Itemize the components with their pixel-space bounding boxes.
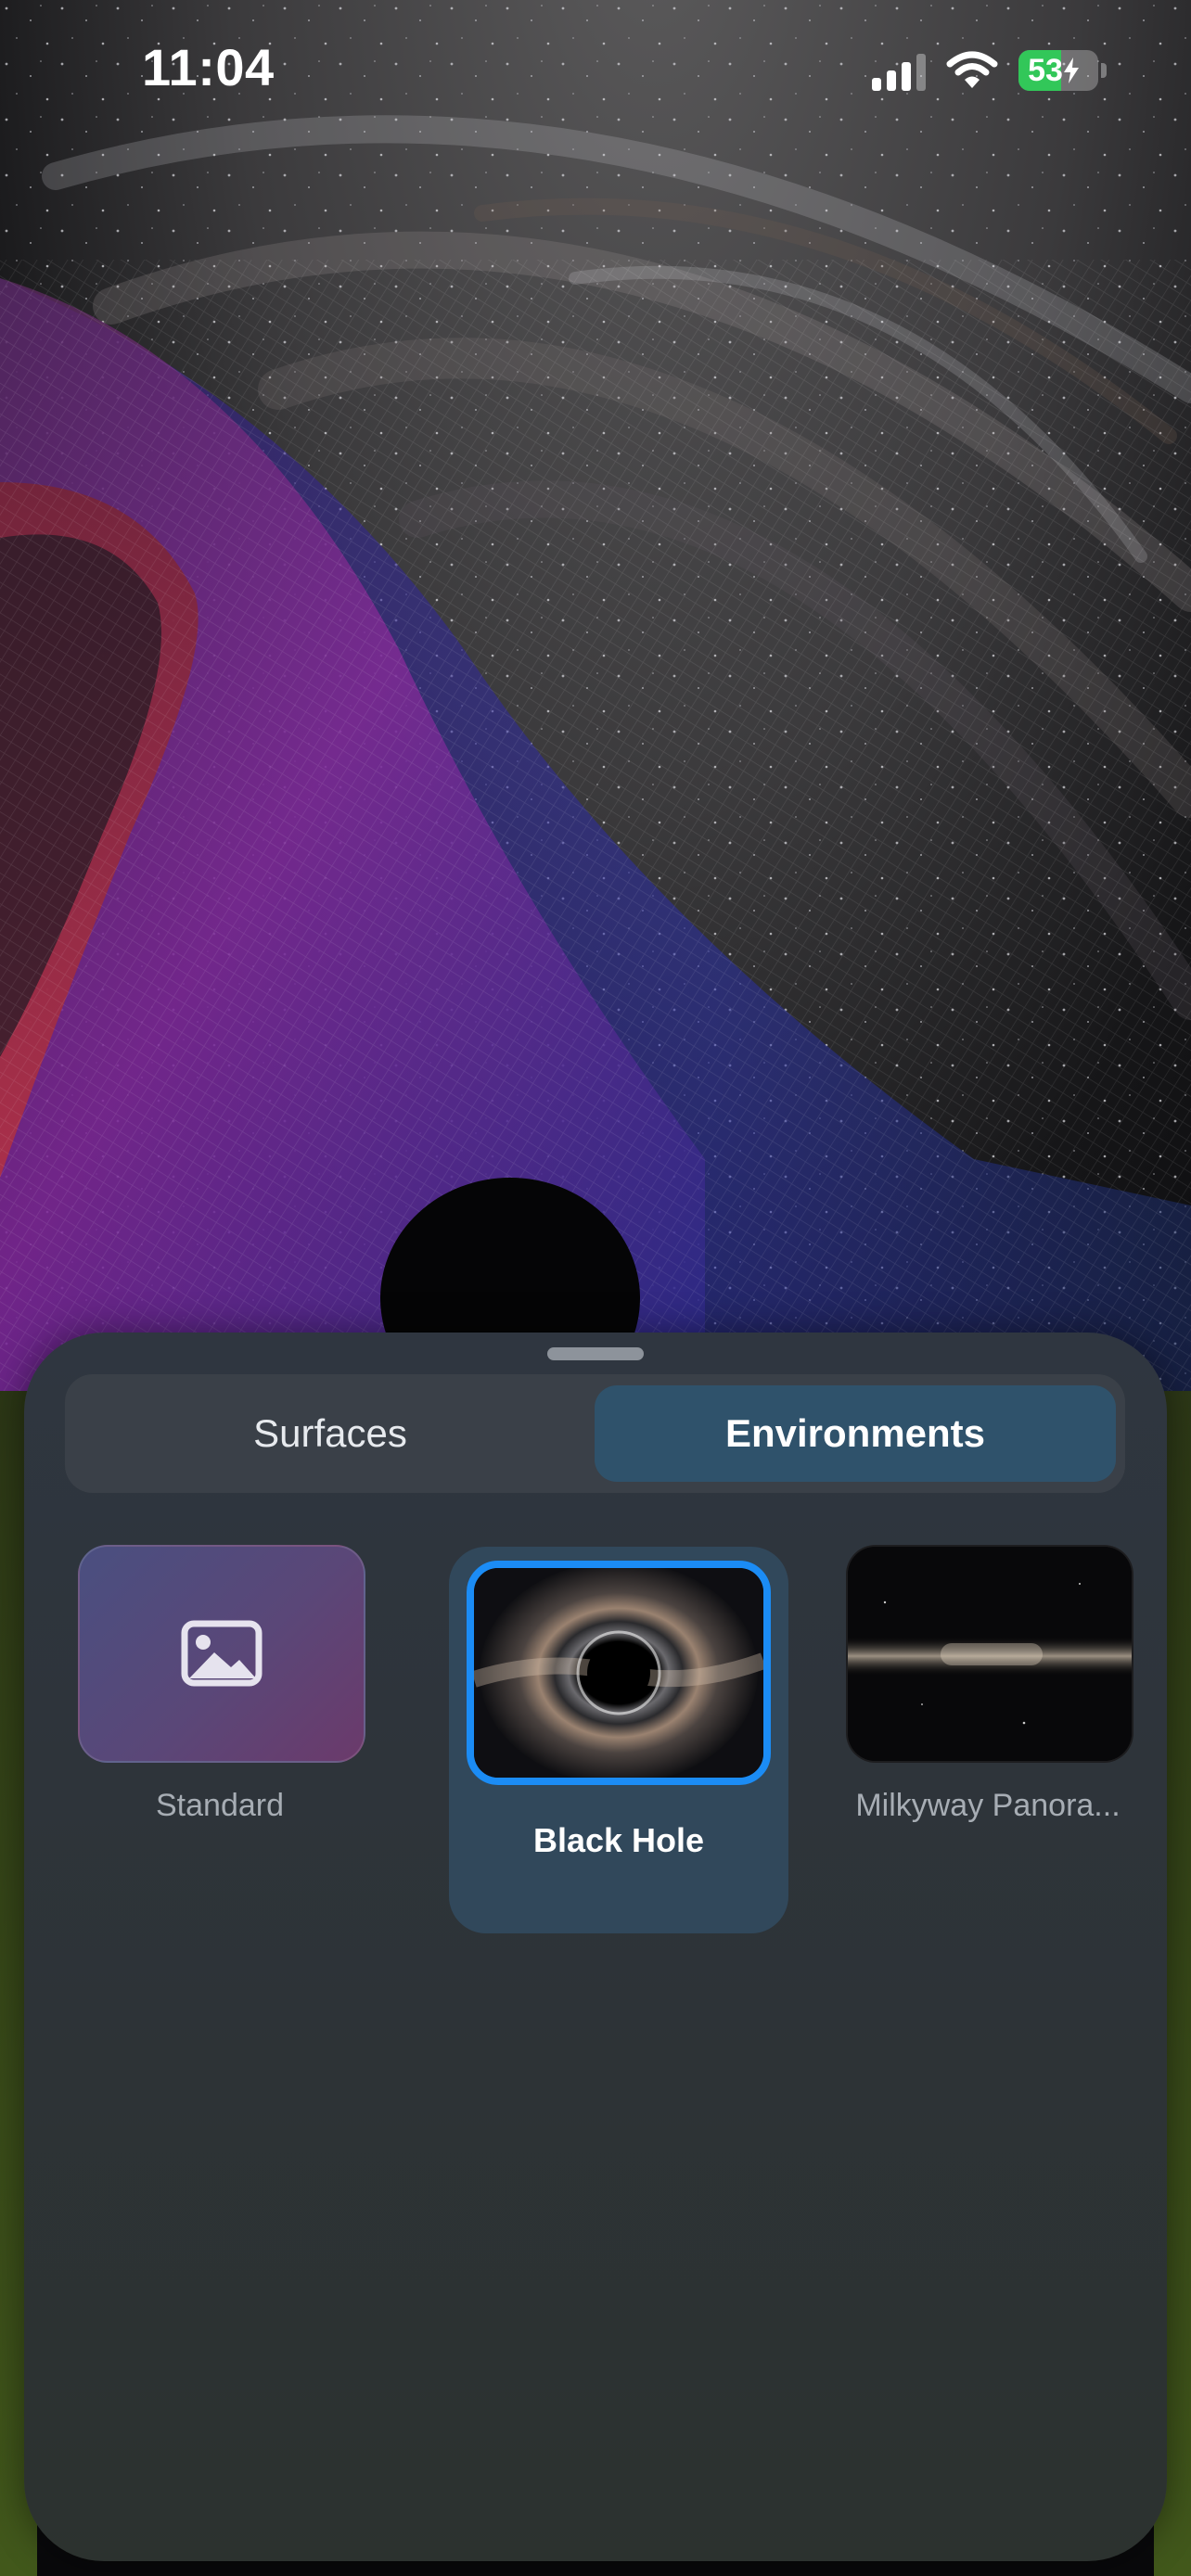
wifi-icon (946, 51, 998, 88)
environment-label: Milkyway Panora... (855, 1788, 1121, 1823)
status-icons: 53 (872, 45, 1107, 96)
status-time: 11:04 (142, 38, 275, 96)
tab-surfaces[interactable]: Surfaces (74, 1385, 586, 1482)
black-hole-thumbnail[interactable] (467, 1561, 771, 1785)
black-hole-image (474, 1568, 763, 1778)
segmented-control: Surfaces Environments (65, 1374, 1125, 1493)
environment-label: Black Hole (532, 1821, 705, 1859)
environment-picker-sheet: Surfaces Environments Standard Black Hol… (24, 1333, 1167, 2561)
battery-percent: 53 (1018, 50, 1089, 91)
charging-bolt-icon (1063, 57, 1079, 83)
milkyway-image (848, 1547, 1132, 1761)
cellular-signal-icon (872, 50, 926, 91)
status-bar: 11:04 53 (0, 0, 1191, 139)
battery-charging-icon: 53 (1018, 50, 1107, 91)
photo-icon (181, 1620, 263, 1687)
sheet-grabber[interactable] (547, 1347, 644, 1360)
tab-environments[interactable]: Environments (595, 1385, 1116, 1482)
environment-label: Standard (156, 1788, 284, 1823)
milkyway-thumbnail[interactable] (846, 1545, 1133, 1763)
standard-thumbnail[interactable] (78, 1545, 365, 1763)
